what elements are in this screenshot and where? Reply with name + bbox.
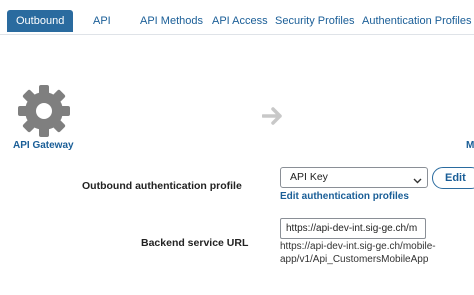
tab-security-profiles[interactable]: Security Profiles <box>275 10 354 32</box>
auth-profile-value: API Key <box>290 171 328 183</box>
tab-api[interactable]: API <box>93 10 111 32</box>
edit-auth-profiles-link[interactable]: Edit authentication profiles <box>280 191 409 202</box>
tab-api-access[interactable]: API Access <box>212 10 268 32</box>
chevron-down-icon <box>413 173 422 184</box>
target-label-partial: M <box>466 140 474 151</box>
auth-profile-label: Outbound authentication profile <box>82 180 242 192</box>
auth-profile-select[interactable]: API Key <box>280 167 428 188</box>
arrow-right-icon <box>261 107 284 125</box>
tab-authentication-profiles[interactable]: Authentication Profiles <box>362 10 471 32</box>
backend-url-label: Backend service URL <box>141 237 249 249</box>
tab-outbound[interactable]: Outbound <box>7 10 74 32</box>
edit-button[interactable]: Edit <box>432 167 474 189</box>
gear-icon <box>17 84 71 138</box>
backend-url-input[interactable]: https://api-dev-int.sig-ge.ch/m <box>280 218 426 239</box>
backend-url-full-text: https://api-dev-int.sig-ge.ch/mobile-app… <box>280 241 436 265</box>
api-gateway-label: API Gateway <box>13 140 74 151</box>
tab-bar: Outbound API API Methods API Access Secu… <box>0 0 474 35</box>
tab-api-methods[interactable]: API Methods <box>140 10 203 32</box>
